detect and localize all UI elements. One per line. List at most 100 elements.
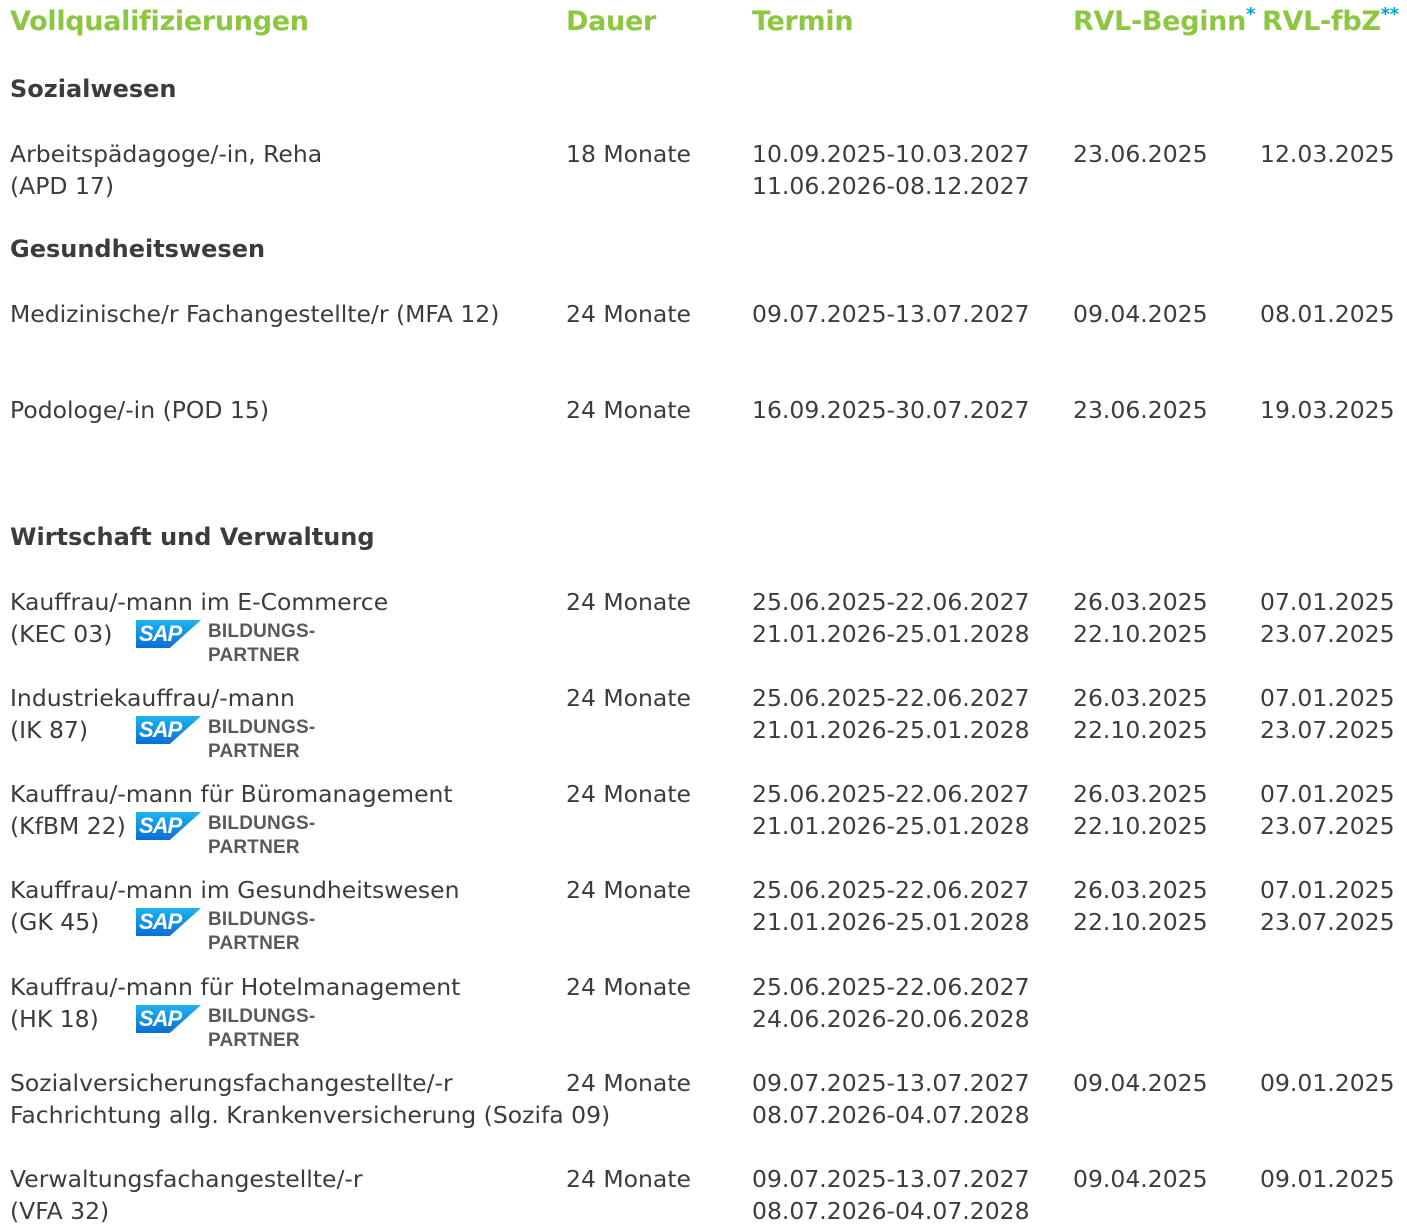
rvl-fbz: 07.01.2025 23.07.2025 [1260,586,1395,650]
qualification-name: Sozialversicherungsfachangestellte/-r Fa… [10,1067,610,1131]
sap-partner-text: BILDUNGS- PARTNER [208,812,315,860]
rvl-fbz: 09.01.2025 [1260,1069,1395,1097]
sap-text-line: BILDUNGS- [208,621,316,642]
date-line: 23.07.2025 [1260,620,1395,648]
sap-partner-logo: SAP BILDUNGS- PARTNER [136,716,315,764]
sap-partner-text: BILDUNGS- PARTNER [208,620,315,668]
date-range: 09.07.2025-13.07.2027 08.07.2026-04.07.2… [752,1067,1030,1131]
name-line: (VFA 32) [10,1197,110,1225]
header-rvl-start-label: RVL-Beginn [1073,6,1247,37]
sap-partner-logo: SAP BILDUNGS- PARTNER [136,1005,315,1053]
rvl-start: 23.06.2025 [1073,396,1208,424]
rvl-fbz: 12.03.2025 [1260,140,1395,168]
qualification-name: Industriekauffrau/-mann (IK 87) SAP BILD… [10,682,315,764]
code-line: (KfBM 22) SAP BILDUNGS- PARTNER [10,810,453,860]
date-line: 23.07.2025 [1260,812,1395,840]
sap-logo-icon: SAP [136,1005,201,1033]
section-title-social: Sozialwesen [10,75,177,103]
sap-partner-text: BILDUNGS- PARTNER [208,716,315,764]
date-range: 25.06.2025-22.06.2027 21.01.2026-25.01.2… [752,586,1030,650]
sap-text-line: PARTNER [208,1030,300,1051]
rvl-start: 09.04.2025 [1073,1165,1208,1193]
qualification-name: Arbeitspädagoge/-in, Reha (APD 17) [10,138,322,202]
date-line: 22.10.2025 [1073,620,1208,648]
code-line: (IK 87) SAP BILDUNGS- PARTNER [10,714,315,764]
date-range: 10.09.2025-10.03.2027 11.06.2026-08.12.2… [752,138,1030,202]
rvl-fbz: 07.01.2025 23.07.2025 [1260,682,1395,746]
date-line: 26.03.2025 [1073,780,1208,808]
duration: 24 Monate [566,973,691,1001]
rvl-start: 26.03.2025 22.10.2025 [1073,778,1208,842]
sap-text-line: PARTNER [208,837,300,858]
duration: 24 Monate [566,684,691,712]
rvl-fbz: 07.01.2025 23.07.2025 [1260,874,1395,938]
duration: 24 Monate [566,876,691,904]
rvl-fbz: 07.01.2025 23.07.2025 [1260,778,1395,842]
date-line: 25.06.2025-22.06.2027 [752,876,1030,904]
qualification-code: (KEC 03) [10,620,113,648]
qualification-name: Medizinische/r Fachangestellte/r (MFA 12… [10,300,500,328]
rvl-start: 26.03.2025 22.10.2025 [1073,586,1208,650]
duration: 24 Monate [566,396,691,424]
duration: 24 Monate [566,1165,691,1193]
date-range: 25.06.2025-22.06.2027 21.01.2026-25.01.2… [752,874,1030,938]
date-line: 25.06.2025-22.06.2027 [752,780,1030,808]
rvl-start: 26.03.2025 22.10.2025 [1073,682,1208,746]
qualification-name: Kauffrau/-mann für Hotelmanagement (HK 1… [10,971,460,1053]
rvl-fbz: 19.03.2025 [1260,396,1395,424]
rvl-start: 09.04.2025 [1073,1069,1208,1097]
header-rvl-fbz-label: RVL-fbZ [1262,6,1381,37]
sap-text-line: BILDUNGS- [208,909,316,930]
date-line: 26.03.2025 [1073,684,1208,712]
footnote-marker: ** [1380,4,1400,25]
date-line: 11.06.2026-08.12.2027 [752,172,1030,200]
header-date: Termin [752,6,854,37]
date-line: 09.07.2025-13.07.2027 [752,1165,1030,1193]
duration: 24 Monate [566,300,691,328]
date-line: 22.10.2025 [1073,812,1208,840]
sap-text-line: BILDUNGS- [208,813,316,834]
date-range: 16.09.2025-30.07.2027 [752,396,1030,424]
date-range: 09.07.2025-13.07.2027 08.07.2026-04.07.2… [752,1163,1030,1227]
sap-partner-logo: SAP BILDUNGS- PARTNER [136,908,315,956]
date-line: 23.07.2025 [1260,716,1395,744]
qualification-code: (KfBM 22) [10,812,126,840]
name-line: Kauffrau/-mann im Gesundheitswesen [10,876,460,904]
date-line: 25.06.2025-22.06.2027 [752,973,1030,1001]
date-range: 09.07.2025-13.07.2027 [752,300,1030,328]
duration: 24 Monate [566,1069,691,1097]
date-line: 21.01.2026-25.01.2028 [752,908,1030,936]
name-line: Kauffrau/-mann im E-Commerce [10,588,389,616]
sap-text-line: PARTNER [208,645,300,666]
sap-text-line: BILDUNGS- [208,1006,316,1027]
code-line: (KEC 03) SAP BILDUNGS- PARTNER [10,618,388,668]
date-line: 07.01.2025 [1260,780,1395,808]
date-line: 08.07.2026-04.07.2028 [752,1101,1030,1129]
date-line: 22.10.2025 [1073,716,1208,744]
date-range: 25.06.2025-22.06.2027 24.06.2026-20.06.2… [752,971,1030,1035]
date-line: 07.01.2025 [1260,684,1395,712]
qualification-name: Kauffrau/-mann im Gesundheitswesen (GK 4… [10,874,460,956]
header-qualification: Vollqualifizierungen [10,6,309,37]
date-line: 09.07.2025-13.07.2027 [752,1069,1030,1097]
qualification-name: Verwaltungsfachangestellte/-r (VFA 32) [10,1163,363,1227]
date-line: 10.09.2025-10.03.2027 [752,140,1030,168]
date-range: 25.06.2025-22.06.2027 21.01.2026-25.01.2… [752,682,1030,746]
name-line: Verwaltungsfachangestellte/-r [10,1165,363,1193]
qualification-code: (GK 45) [10,908,100,936]
qualification-name: Podologe/-in (POD 15) [10,396,270,424]
rvl-start: 23.06.2025 [1073,140,1208,168]
date-line: 08.07.2026-04.07.2028 [752,1197,1030,1225]
date-line: 23.07.2025 [1260,908,1395,936]
section-title-business: Wirtschaft und Verwaltung [10,523,375,551]
sap-logo-icon: SAP [136,620,201,648]
sap-partner-logo: SAP BILDUNGS- PARTNER [136,812,315,860]
name-line: Fachrichtung allg. Krankenversicherung (… [10,1101,611,1129]
name-line: Industriekauffrau/-mann [10,684,295,712]
name-line: Kauffrau/-mann für Hotelmanagement [10,973,461,1001]
date-line: 25.06.2025-22.06.2027 [752,588,1030,616]
date-line: 26.03.2025 [1073,876,1208,904]
qualification-name: Kauffrau/-mann im E-Commerce (KEC 03) SA… [10,586,388,668]
sap-logo-icon: SAP [136,908,201,936]
rvl-start: 09.04.2025 [1073,300,1208,328]
